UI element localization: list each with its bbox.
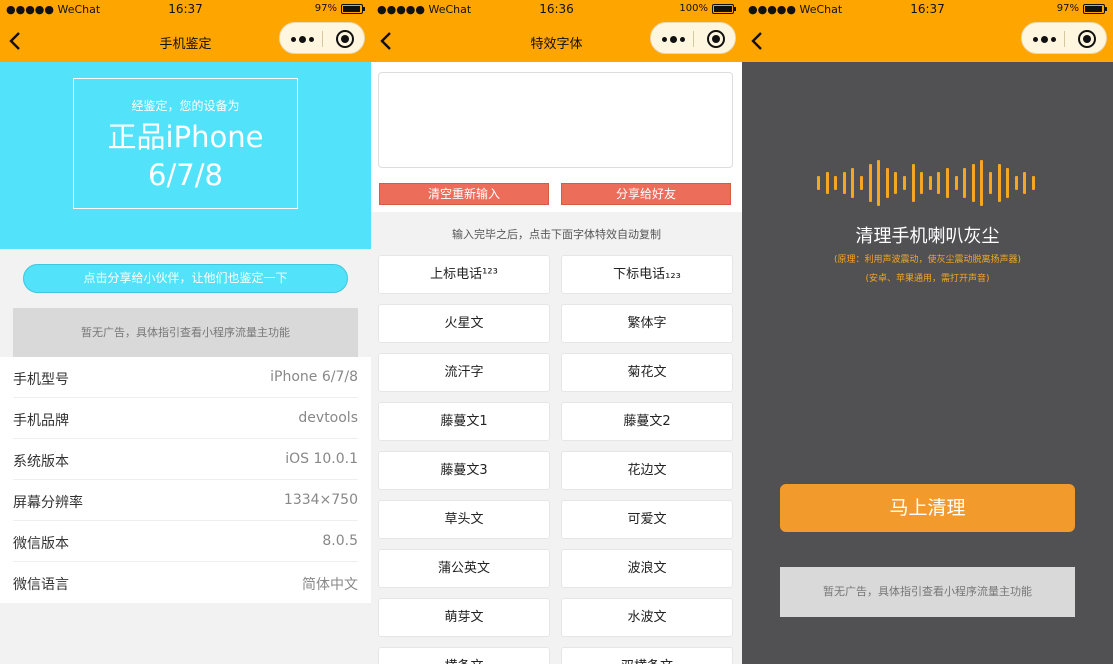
clean-title: 清理手机喇叭灰尘	[855, 226, 1000, 247]
share-friends-button[interactable]: 点击分享给小伙伴，让他们也鉴定一下	[23, 264, 348, 293]
device-info-list: 手机型号 iPhone 6/7/8 手机品牌 devtools 系统版本 iOS 10.0…	[0, 357, 371, 603]
back-chevron-icon[interactable]	[748, 30, 768, 52]
info-value: iOS 10.0.1	[285, 451, 358, 467]
close-target-icon[interactable]	[336, 30, 354, 48]
info-key: 屏幕分辨率	[13, 495, 83, 511]
battery-percent: 97%	[1056, 3, 1079, 14]
info-row: 系统版本 iOS 10.0.1	[13, 439, 358, 480]
info-value: devtools	[298, 410, 358, 426]
font-style-item[interactable]: 火星文	[378, 304, 550, 343]
info-key: 系统版本	[13, 454, 69, 470]
close-target-icon[interactable]	[1078, 30, 1096, 48]
font-style-item[interactable]: 藤蔓文2	[561, 402, 733, 441]
font-style-item[interactable]: 上标电话¹²³	[378, 255, 550, 294]
info-value: 1334×750	[283, 492, 358, 508]
info-key: 手机型号	[13, 372, 69, 388]
info-row: 微信版本 8.0.5	[13, 521, 358, 562]
more-dots-icon[interactable]	[291, 36, 314, 43]
sound-wave-icon	[817, 160, 1039, 206]
font-style-item[interactable]: 双横条文	[561, 647, 733, 664]
font-style-item[interactable]: 草头文	[378, 500, 550, 539]
font-style-item[interactable]: 水波文	[561, 598, 733, 637]
nav-bar	[742, 20, 1113, 62]
ad-placeholder: 暂无广告，具体指引查看小程序流量主功能	[13, 308, 358, 357]
mini-program-capsule	[650, 22, 736, 54]
close-target-icon[interactable]	[707, 30, 725, 48]
status-bar: ●●●●● WeChat 16:37 97%	[742, 0, 1113, 20]
status-bar: ●●●●● WeChat 16:36 100%	[371, 0, 742, 20]
clean-now-button[interactable]: 马上清理	[780, 484, 1075, 532]
font-style-item[interactable]: 繁体字	[561, 304, 733, 343]
result-subtitle: 经鉴定，您的设备为	[131, 99, 240, 113]
font-style-item[interactable]: 藤蔓文3	[378, 451, 550, 490]
font-style-item[interactable]: 菊花文	[561, 353, 733, 392]
status-bar: ●●●●● WeChat 16:37 97%	[0, 0, 371, 20]
share-button[interactable]: 分享给好友	[561, 183, 731, 205]
battery-icon	[712, 3, 736, 14]
mini-program-capsule	[279, 22, 365, 54]
copy-hint: 输入完毕之后，点击下面字体特效自动复制	[452, 228, 661, 241]
battery-icon	[1083, 3, 1107, 14]
info-value: 8.0.5	[322, 533, 358, 549]
font-style-item[interactable]: 藤蔓文1	[378, 402, 550, 441]
text-input[interactable]	[378, 72, 733, 168]
font-style-item[interactable]: 下标电话₁₂₃	[561, 255, 733, 294]
result-box: 经鉴定，您的设备为 正品iPhone 6/7/8	[73, 78, 298, 209]
font-style-item[interactable]: 萌芽文	[378, 598, 550, 637]
font-style-item[interactable]: 波浪文	[561, 549, 733, 588]
screen-special-fonts: ●●●●● WeChat 16:36 100% 特效字体 清空重新输入 分享给好…	[371, 0, 742, 664]
battery-icon	[341, 3, 365, 14]
font-style-item[interactable]: 蒲公英文	[378, 549, 550, 588]
clean-compat-note: (安卓、苹果通用，需打开声音)	[865, 274, 990, 284]
screen-phone-identify: ●●●●● WeChat 16:37 97% 手机鉴定 经鉴定，您的设备为 正品…	[0, 0, 371, 664]
font-style-item[interactable]: 可爱文	[561, 500, 733, 539]
result-headline: 正品iPhone 6/7/8	[107, 120, 264, 192]
mini-program-capsule	[1021, 22, 1107, 54]
info-row: 手机品牌 devtools	[13, 398, 358, 439]
nav-bar: 特效字体	[371, 20, 742, 62]
font-style-item[interactable]: 流汗字	[378, 353, 550, 392]
info-row: 屏幕分辨率 1334×750	[13, 480, 358, 521]
info-key: 手机品牌	[13, 413, 69, 429]
clean-principle-note: (原理：利用声波震动，使灰尘震动脱离扬声器)	[833, 255, 1022, 265]
info-row: 微信语言 简体中文	[13, 562, 358, 603]
info-value: 简体中文	[302, 577, 358, 593]
result-banner: 经鉴定，您的设备为 正品iPhone 6/7/8	[0, 62, 371, 249]
screen-speaker-clean: ●●●●● WeChat 16:37 97% 清理手机喇叭灰尘 (原理：利用声波…	[742, 0, 1113, 664]
nav-bar: 手机鉴定	[0, 20, 371, 62]
font-style-item[interactable]: 横条文	[378, 647, 550, 664]
battery-percent: 97%	[314, 3, 337, 14]
info-value: iPhone 6/7/8	[270, 369, 358, 385]
info-row: 手机型号 iPhone 6/7/8	[13, 357, 358, 398]
more-dots-icon[interactable]	[662, 36, 685, 43]
battery-percent: 100%	[679, 3, 708, 14]
clear-button[interactable]: 清空重新输入	[379, 183, 549, 205]
font-style-item[interactable]: 花边文	[561, 451, 733, 490]
info-key: 微信版本	[13, 536, 69, 552]
ad-placeholder: 暂无广告，具体指引查看小程序流量主功能	[780, 567, 1075, 617]
more-dots-icon[interactable]	[1033, 36, 1056, 43]
info-key: 微信语言	[13, 577, 69, 593]
